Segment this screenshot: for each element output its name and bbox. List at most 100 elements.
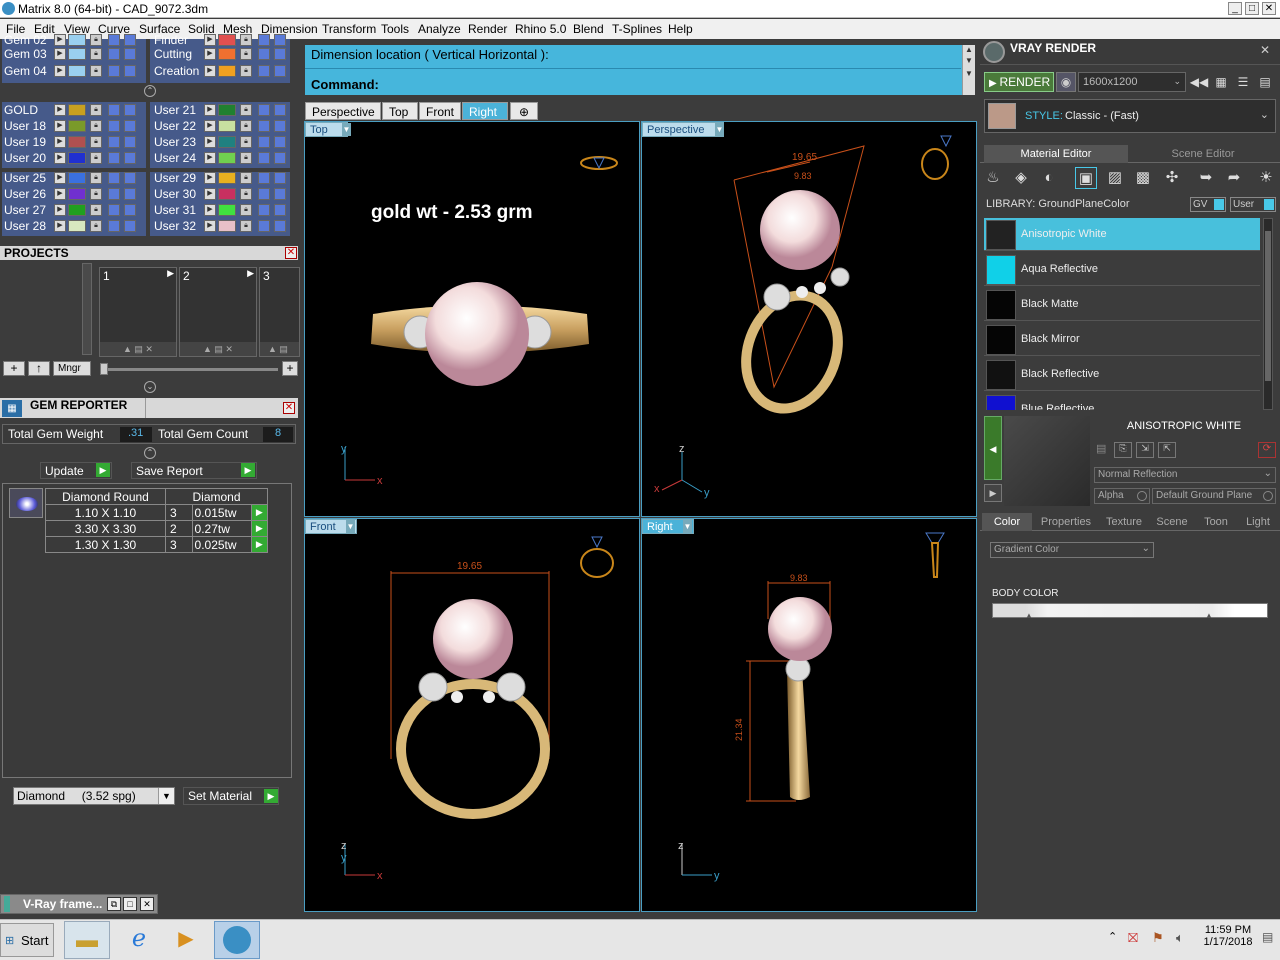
visibility-toggle[interactable] bbox=[258, 172, 270, 184]
layer-expand-icon[interactable]: ▶ bbox=[204, 48, 216, 60]
list-icon[interactable]: ☰ bbox=[1232, 71, 1254, 93]
menu-rhino[interactable]: Rhino 5.0 bbox=[515, 22, 566, 36]
update-arrow-icon[interactable]: ▶ bbox=[96, 463, 110, 477]
table-row[interactable]: 3.30 X 3.30 2 0.27tw ▶ bbox=[45, 520, 269, 537]
visibility-toggle[interactable] bbox=[108, 120, 120, 132]
visibility-toggle[interactable] bbox=[108, 152, 120, 164]
visibility-toggle[interactable] bbox=[108, 188, 120, 200]
layer-toggle[interactable] bbox=[124, 204, 136, 216]
layer-expand-icon[interactable]: ▶ bbox=[204, 65, 216, 77]
tab-properties[interactable]: Properties bbox=[1034, 513, 1098, 531]
sphere-icon[interactable]: ◐ bbox=[1038, 167, 1060, 189]
layer-toggle[interactable] bbox=[124, 48, 136, 60]
volume-icon[interactable]: 🔈︎ bbox=[1176, 930, 1184, 946]
up-arrow-button[interactable]: ↑ bbox=[28, 361, 50, 376]
chevron-down-icon[interactable]: ▼ bbox=[158, 788, 174, 804]
visibility-toggle[interactable] bbox=[108, 34, 120, 46]
layer-toggle[interactable] bbox=[124, 152, 136, 164]
visibility-toggle[interactable] bbox=[258, 220, 270, 232]
layer-row[interactable]: User 25 ▶ 🔒︎ bbox=[0, 171, 140, 186]
tab-top[interactable]: Top bbox=[382, 102, 418, 120]
layer-row[interactable]: User 30 ▶ 🔒︎ bbox=[150, 187, 290, 202]
layer-color-swatch[interactable] bbox=[68, 220, 86, 232]
layer-color-swatch[interactable] bbox=[68, 152, 86, 164]
chevron-down-icon[interactable]: ▼ bbox=[346, 520, 355, 533]
layer-expand-icon[interactable]: ▶ bbox=[54, 120, 66, 132]
material-item[interactable]: Black Reflective bbox=[984, 358, 1260, 391]
layer-expand-icon[interactable]: ▶ bbox=[204, 188, 216, 200]
layer-color-swatch[interactable] bbox=[68, 65, 86, 77]
layer-row[interactable]: User 21 ▶ 🔒︎ bbox=[150, 103, 290, 118]
lock-icon[interactable]: 🔒︎ bbox=[240, 48, 252, 60]
layer-row[interactable]: User 26 ▶ 🔒︎ bbox=[0, 187, 140, 202]
project-slot-controls[interactable]: ▲ ▤ bbox=[260, 342, 299, 356]
lock-icon[interactable]: 🔒︎ bbox=[240, 172, 252, 184]
visibility-toggle[interactable] bbox=[108, 220, 120, 232]
layer-color-swatch[interactable] bbox=[218, 152, 236, 164]
layer-expand-icon[interactable]: ▶ bbox=[54, 48, 66, 60]
close-button[interactable]: ✕ bbox=[1262, 2, 1276, 15]
projects-scrollbar[interactable] bbox=[82, 263, 92, 355]
gradient-stop-icon[interactable]: ▲ bbox=[1205, 611, 1213, 620]
layer-color-swatch[interactable] bbox=[218, 104, 236, 116]
light-icon[interactable]: ☀ bbox=[1255, 167, 1277, 189]
visibility-toggle[interactable] bbox=[258, 120, 270, 132]
layer-expand-icon[interactable]: ▶ bbox=[204, 204, 216, 216]
material-select[interactable]: Diamond (3.52 spg) ▼ bbox=[13, 787, 175, 805]
play-icon[interactable]: ▶ bbox=[247, 268, 254, 279]
visibility-toggle[interactable] bbox=[258, 204, 270, 216]
layer-expand-icon[interactable]: ▶ bbox=[204, 104, 216, 116]
project-slot-1[interactable]: 1 ▶ ▲ ▤ ✕ bbox=[99, 267, 177, 357]
layer-toggle[interactable] bbox=[274, 152, 286, 164]
visibility-toggle[interactable] bbox=[258, 152, 270, 164]
viewport-front[interactable]: Front ▼ 19.65 zy x bbox=[304, 518, 640, 912]
lock-icon[interactable]: 🔒︎ bbox=[90, 136, 102, 148]
visibility-toggle[interactable] bbox=[258, 34, 270, 46]
close-icon[interactable]: ✕ bbox=[140, 897, 154, 911]
gv-toggle[interactable]: GV bbox=[1190, 197, 1226, 212]
layer-expand-icon[interactable]: ▶ bbox=[204, 120, 216, 132]
lock-icon[interactable]: 🔒︎ bbox=[240, 120, 252, 132]
layer-color-swatch[interactable] bbox=[218, 120, 236, 132]
tab-front[interactable]: Front bbox=[419, 102, 461, 120]
menu-tsplines[interactable]: T-Splines bbox=[612, 22, 662, 36]
layer-toggle[interactable] bbox=[274, 104, 286, 116]
layer-toggle[interactable] bbox=[124, 104, 136, 116]
zoom-plus-button[interactable]: + bbox=[282, 361, 298, 376]
layer-toggle[interactable] bbox=[274, 172, 286, 184]
tab-right[interactable]: Right bbox=[462, 102, 508, 120]
layer-toggle[interactable] bbox=[274, 48, 286, 60]
lock-icon[interactable]: 🔒︎ bbox=[90, 48, 102, 60]
layer-toggle[interactable] bbox=[274, 34, 286, 46]
layer-color-swatch[interactable] bbox=[68, 136, 86, 148]
layer-toggle[interactable] bbox=[124, 220, 136, 232]
layer-expand-icon[interactable]: ▶ bbox=[54, 136, 66, 148]
layer-row[interactable]: Creation ▶ 🔒︎ bbox=[150, 64, 290, 79]
layer-row[interactable]: Gem 03 ▶ 🔒︎ bbox=[0, 47, 140, 62]
menu-analyze[interactable]: Analyze bbox=[418, 22, 461, 36]
lock-icon[interactable]: 🔒︎ bbox=[90, 34, 102, 46]
visibility-toggle[interactable] bbox=[258, 104, 270, 116]
layer-row[interactable]: User 24 ▶ 🔒︎ bbox=[150, 151, 290, 166]
play-icon[interactable]: ▶ bbox=[984, 484, 1002, 502]
rewind-icon[interactable]: ◀◀ bbox=[1188, 71, 1210, 93]
layer-row[interactable]: User 28 ▶ 🔒︎ bbox=[0, 219, 140, 234]
layer-color-swatch[interactable] bbox=[68, 120, 86, 132]
layer-expand-icon[interactable]: ▶ bbox=[204, 172, 216, 184]
layer-expand-icon[interactable]: ▶ bbox=[54, 188, 66, 200]
table-row[interactable]: 1.30 X 1.30 3 0.025tw ▶ bbox=[45, 536, 269, 553]
menu-tools[interactable]: Tools bbox=[381, 22, 409, 36]
visibility-toggle[interactable] bbox=[108, 204, 120, 216]
layer-toggle[interactable] bbox=[274, 65, 286, 77]
lock-icon[interactable]: 🔒︎ bbox=[90, 188, 102, 200]
viewport-perspective[interactable]: Perspective ▼ 19.65 9.83 z y x bbox=[641, 121, 977, 517]
layer-color-swatch[interactable] bbox=[218, 65, 236, 77]
reflection-select[interactable]: Normal Reflection ⌄ bbox=[1094, 467, 1276, 483]
action-center-icon[interactable]: ⚑ bbox=[1152, 930, 1164, 946]
visibility-toggle[interactable] bbox=[258, 65, 270, 77]
save-icon[interactable]: ▤ bbox=[1096, 442, 1114, 458]
layer-row[interactable]: GOLD ▶ 🔒︎ bbox=[0, 103, 140, 118]
project-slot-2[interactable]: 2 ▶ ▲ ▤ ✕ bbox=[179, 267, 257, 357]
chevron-down-icon[interactable]: ▼ bbox=[715, 123, 724, 136]
lock-icon[interactable]: 🔒︎ bbox=[90, 120, 102, 132]
